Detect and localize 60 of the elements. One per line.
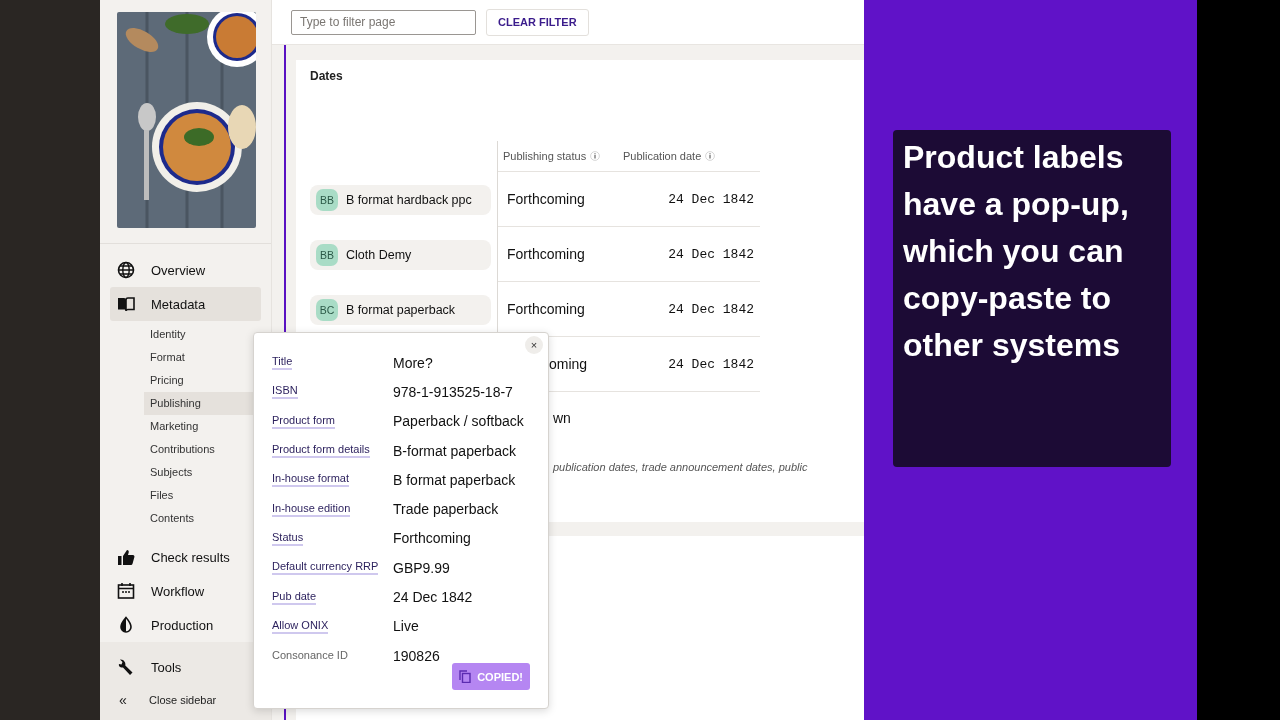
column-header: Publication date <box>623 150 702 162</box>
table-cell: Forthcoming <box>507 246 585 262</box>
copy-icon <box>459 670 472 683</box>
field-link[interactable]: In-house edition <box>272 501 351 517</box>
field-value: Trade paperback <box>393 501 500 518</box>
table-cell: 24 Dec 1842 <box>668 301 754 317</box>
globe-icon <box>117 261 135 279</box>
book-icon <box>117 295 135 313</box>
product-chip[interactable]: BB B format hardback ppc <box>310 184 491 215</box>
field-link[interactable]: Status <box>272 530 304 546</box>
sidebar-item[interactable]: Production <box>110 608 261 642</box>
format-badge: BB <box>316 188 338 211</box>
table-cell: 24 Dec 1842 <box>668 191 754 207</box>
column-header: Publishing status <box>503 150 587 162</box>
table-cell: oming <box>549 356 588 372</box>
filter-field[interactable]: Type to filter page <box>291 9 476 35</box>
field-value: B-format paperback <box>393 442 517 459</box>
clear-filter-button[interactable]: CLEAR FILTER <box>486 8 589 36</box>
sidebar-item[interactable]: Metadata <box>110 287 261 321</box>
description-text: publication dates, trade announcement dates, public <box>553 461 808 473</box>
calendar-icon <box>117 582 135 600</box>
close-button[interactable]: × <box>525 336 543 354</box>
thumbs-up-icon <box>117 548 135 566</box>
contrast-icon <box>117 616 135 634</box>
info-icon[interactable] <box>705 151 716 161</box>
field-link[interactable]: Default currency RRP <box>272 560 379 576</box>
field-value: More? <box>393 354 434 371</box>
sidebar-item[interactable]: Check results <box>110 540 261 574</box>
format-badge: BB <box>316 243 338 266</box>
field-value: Forthcoming <box>393 530 472 547</box>
wrench-icon <box>117 658 135 676</box>
product-chip[interactable]: BC B format paperback <box>310 294 491 325</box>
table-cell: 24 Dec 1842 <box>668 246 754 262</box>
product-chip[interactable]: BB Cloth Demy <box>310 239 491 270</box>
table-note: wn <box>553 410 571 426</box>
sidebar-item[interactable]: Tools <box>110 650 261 684</box>
field-link[interactable]: Allow ONIX <box>272 618 329 634</box>
table-cell: Forthcoming <box>507 301 585 317</box>
field-link[interactable]: Title <box>272 355 293 371</box>
field-value: 24 Dec 1842 <box>393 589 474 605</box>
field-link[interactable]: Product form details <box>272 443 370 459</box>
table-cell: Forthcoming <box>507 191 585 207</box>
field-value: 978-1-913525-18-7 <box>393 383 514 400</box>
field-value: 190826 <box>393 647 441 664</box>
info-icon[interactable] <box>590 151 601 161</box>
field-link[interactable]: In-house format <box>272 472 350 488</box>
field-value: Paperback / softback <box>393 413 525 430</box>
field-label: Consonance ID <box>272 649 348 663</box>
field-link[interactable]: Product form <box>272 413 335 429</box>
field-value: GBP9.99 <box>393 559 451 576</box>
field-link[interactable]: Pub date <box>272 589 317 605</box>
format-badge: BC <box>316 298 338 321</box>
sidebar-item[interactable]: Overview <box>110 253 261 287</box>
table-cell: 24 Dec 1842 <box>668 356 754 372</box>
sidebar-item[interactable]: Workflow <box>110 574 261 608</box>
field-value: Live <box>393 618 420 635</box>
section-title: Dates <box>310 69 343 83</box>
field-value: B format paperback <box>393 471 517 488</box>
caption-text: Product labels have a pop-up, which you can copy-paste to other systems <box>893 130 1171 467</box>
field-link[interactable]: ISBN <box>272 384 298 400</box>
